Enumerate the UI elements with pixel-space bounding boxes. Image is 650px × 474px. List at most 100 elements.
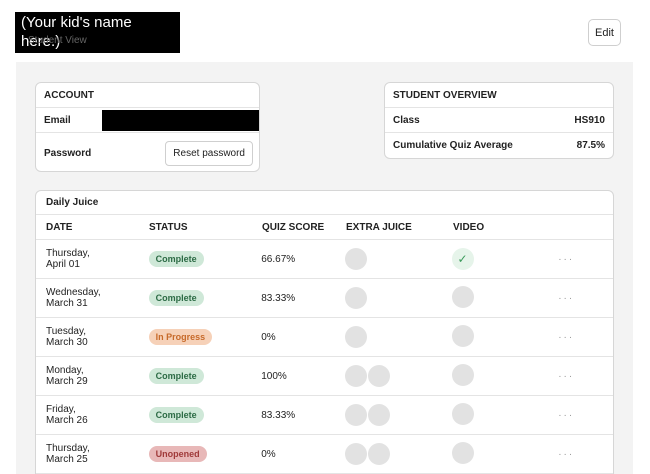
table-row[interactable]: Thursday, March 25 Unopened 0% ··· xyxy=(36,435,613,474)
column-video: VIDEO xyxy=(453,221,485,233)
row-quiz-score: 0% xyxy=(261,331,276,343)
row-day: Thursday, xyxy=(46,443,90,454)
row-status: Complete xyxy=(148,368,262,384)
row-quiz-score: 66.67% xyxy=(261,253,296,265)
extra-juice-dot-icon[interactable] xyxy=(344,365,367,387)
row-date-value: March 30 xyxy=(46,337,88,348)
row-video xyxy=(451,285,559,311)
quiz-average-label: Cumulative Quiz Average xyxy=(393,140,513,151)
overview-title: STUDENT OVERVIEW xyxy=(385,83,613,108)
row-video xyxy=(451,363,559,389)
quiz-average-row: Cumulative Quiz Average 87.5% xyxy=(385,133,613,158)
more-options-icon[interactable]: ··· xyxy=(558,449,613,460)
class-row: Class HS910 xyxy=(385,108,613,133)
extra-juice-dot-icon[interactable] xyxy=(367,404,390,426)
row-date-value: March 25 xyxy=(46,454,88,465)
more-options-icon[interactable]: ··· xyxy=(558,254,613,265)
row-extra-juice xyxy=(344,248,452,270)
row-day: Friday, xyxy=(46,404,76,415)
video-checkmark-icon[interactable]: ✓ xyxy=(451,248,474,270)
extra-juice-dot-icon[interactable] xyxy=(344,287,367,309)
row-date: Monday, March 29 xyxy=(36,365,149,387)
row-day: Tuesday, xyxy=(46,326,87,337)
more-options-icon[interactable]: ··· xyxy=(558,293,613,304)
table-row[interactable]: Thursday, April 01 Complete 66.67% ✓ ··· xyxy=(36,240,613,279)
extra-juice-dot-icon[interactable] xyxy=(367,365,390,387)
extra-juice-dot-icon[interactable] xyxy=(344,404,367,426)
account-card: ACCOUNT Email Password Reset password xyxy=(35,82,260,172)
overview-title-text: STUDENT OVERVIEW xyxy=(393,89,497,101)
row-day: Wednesday, xyxy=(46,287,101,298)
more-options-icon[interactable]: ··· xyxy=(558,332,613,343)
daily-juice-card: Daily Juice DATE STATUS QUIZ SCORE EXTRA… xyxy=(35,190,614,474)
more-options-icon[interactable]: ··· xyxy=(558,410,613,421)
extra-juice-dot-icon[interactable] xyxy=(344,443,367,465)
class-value: HS910 xyxy=(574,114,605,126)
video-dot-icon[interactable] xyxy=(451,363,474,386)
row-extra-juice xyxy=(344,287,452,309)
student-overview-card: STUDENT OVERVIEW Class HS910 Cumulative … xyxy=(384,82,614,159)
row-extra-juice xyxy=(344,443,452,465)
video-dot-icon[interactable] xyxy=(451,285,474,308)
table-body: Thursday, April 01 Complete 66.67% ✓ ···… xyxy=(36,240,613,474)
extra-juice-dot-icon[interactable] xyxy=(344,326,367,348)
row-video xyxy=(451,402,559,428)
status-badge: Unopened xyxy=(148,446,207,462)
content-panel: ACCOUNT Email Password Reset password ST… xyxy=(16,62,633,474)
row-extra-juice xyxy=(344,326,452,348)
row-quiz-score: 83.33% xyxy=(261,292,296,304)
student-name-redacted: (Your kid's name here.) xyxy=(15,12,180,53)
column-date: DATE xyxy=(46,221,73,233)
row-status: Complete xyxy=(148,407,262,423)
table-row[interactable]: Wednesday, March 31 Complete 83.33% ··· xyxy=(36,279,613,318)
table-header: DATE STATUS QUIZ SCORE EXTRA JUICE VIDEO xyxy=(36,215,613,240)
status-badge: In Progress xyxy=(148,329,213,345)
row-date-value: March 29 xyxy=(46,376,88,387)
extra-juice-dot-icon[interactable] xyxy=(367,443,390,465)
daily-juice-title: Daily Juice xyxy=(36,191,613,215)
account-title: ACCOUNT xyxy=(36,83,259,108)
status-badge: Complete xyxy=(148,290,204,306)
page-subtitle: Student View xyxy=(28,35,87,46)
video-dot-icon[interactable] xyxy=(451,402,474,425)
row-extra-juice xyxy=(344,365,452,387)
row-date: Wednesday, March 31 xyxy=(36,287,149,309)
row-quiz-score: 83.33% xyxy=(261,409,296,421)
row-date: Tuesday, March 30 xyxy=(36,326,149,348)
quiz-average-value: 87.5% xyxy=(576,140,605,151)
email-value-redacted xyxy=(102,110,259,131)
row-status: Unopened xyxy=(148,446,262,462)
reset-password-button[interactable]: Reset password xyxy=(165,140,253,166)
row-date-value: March 31 xyxy=(46,298,88,309)
row-quiz-score: 100% xyxy=(261,370,287,382)
email-label: Email xyxy=(44,114,71,126)
status-badge: Complete xyxy=(148,368,204,384)
email-row: Email xyxy=(36,108,259,133)
row-day: Thursday, xyxy=(46,248,90,259)
column-quiz-score: QUIZ SCORE xyxy=(262,221,325,233)
status-badge: Complete xyxy=(148,251,204,267)
row-video: ✓ xyxy=(451,248,559,270)
row-video xyxy=(451,324,559,350)
video-dot-icon[interactable] xyxy=(451,324,474,347)
extra-juice-dot-icon[interactable] xyxy=(344,248,367,270)
more-options-icon[interactable]: ··· xyxy=(558,371,613,382)
edit-button[interactable]: Edit xyxy=(588,19,621,46)
column-extra-juice: EXTRA JUICE xyxy=(346,221,412,233)
row-day: Monday, xyxy=(46,365,84,376)
row-video xyxy=(451,441,559,467)
status-badge: Complete xyxy=(148,407,204,423)
row-date: Thursday, April 01 xyxy=(36,248,149,270)
table-row[interactable]: Tuesday, March 30 In Progress 0% ··· xyxy=(36,318,613,357)
row-extra-juice xyxy=(344,404,452,426)
video-dot-icon[interactable] xyxy=(451,441,474,464)
row-status: Complete xyxy=(148,290,262,306)
column-status: STATUS xyxy=(149,221,188,233)
row-date-value: March 26 xyxy=(46,415,88,426)
class-label: Class xyxy=(393,114,420,126)
table-row[interactable]: Monday, March 29 Complete 100% ··· xyxy=(36,357,613,396)
password-label: Password xyxy=(44,147,92,159)
row-status: In Progress xyxy=(148,329,262,345)
table-row[interactable]: Friday, March 26 Complete 83.33% ··· xyxy=(36,396,613,435)
row-date-value: April 01 xyxy=(46,259,80,270)
